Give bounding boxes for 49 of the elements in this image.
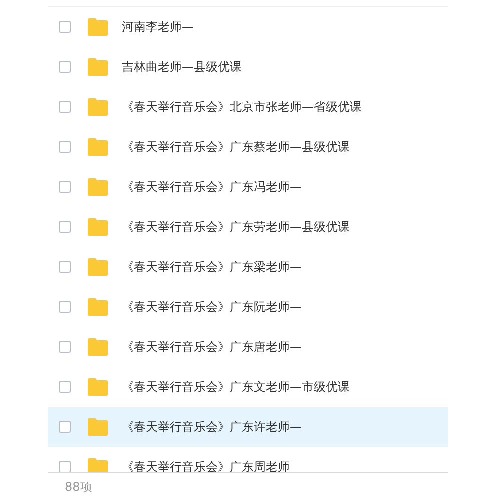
- file-row[interactable]: 《春天举行音乐会》广东阮老师—: [48, 287, 448, 327]
- file-row[interactable]: 《春天举行音乐会》广东梁老师—: [48, 247, 448, 287]
- checkbox[interactable]: [59, 461, 71, 472]
- checkbox[interactable]: [59, 301, 71, 313]
- checkbox[interactable]: [59, 221, 71, 233]
- file-name: 《春天举行音乐会》广东文老师—市级优课: [122, 378, 350, 396]
- item-count: 88项: [65, 480, 92, 494]
- file-name: 《春天举行音乐会》北京市张老师—省级优课: [122, 98, 362, 116]
- file-row[interactable]: 《春天举行音乐会》广东唐老师—: [48, 327, 448, 367]
- folder-icon: [87, 138, 109, 156]
- file-row[interactable]: 《春天举行音乐会》广东冯老师—: [48, 167, 448, 207]
- file-row[interactable]: 吉林曲老师—县级优课: [48, 47, 448, 87]
- file-row[interactable]: 《春天举行音乐会》北京市张老师—省级优课: [48, 87, 448, 127]
- file-row[interactable]: 《春天举行音乐会》广东劳老师—县级优课: [48, 207, 448, 247]
- file-name: 《春天举行音乐会》广东许老师—: [122, 418, 302, 436]
- folder-icon: [87, 418, 109, 436]
- file-name: 《春天举行音乐会》广东蔡老师—县级优课: [122, 138, 350, 156]
- file-row[interactable]: 《春天举行音乐会》广东周老师: [48, 447, 448, 472]
- file-name: 《春天举行音乐会》广东劳老师—县级优课: [122, 218, 350, 236]
- file-name: 《春天举行音乐会》广东周老师: [122, 458, 290, 472]
- folder-icon: [87, 258, 109, 276]
- folder-icon: [87, 18, 109, 36]
- folder-icon: [87, 298, 109, 316]
- checkbox[interactable]: [59, 341, 71, 353]
- checkbox[interactable]: [59, 21, 71, 33]
- folder-icon: [87, 458, 109, 472]
- checkbox[interactable]: [59, 381, 71, 393]
- file-row[interactable]: 《春天举行音乐会》广东文老师—市级优课: [48, 367, 448, 407]
- file-name: 河南李老师—: [122, 18, 194, 36]
- checkbox[interactable]: [59, 181, 71, 193]
- checkbox[interactable]: [59, 261, 71, 273]
- file-name: 《春天举行音乐会》广东唐老师—: [122, 338, 302, 356]
- file-name: 吉林曲老师—县级优课: [122, 58, 242, 76]
- checkbox[interactable]: [59, 61, 71, 73]
- checkbox[interactable]: [59, 101, 71, 113]
- file-row[interactable]: 《春天举行音乐会》广东许老师—: [48, 407, 448, 447]
- folder-icon: [87, 178, 109, 196]
- checkbox[interactable]: [59, 421, 71, 433]
- file-name: 《春天举行音乐会》广东冯老师—: [122, 178, 302, 196]
- file-row[interactable]: 《春天举行音乐会》广东蔡老师—县级优课: [48, 127, 448, 167]
- file-name: 《春天举行音乐会》广东梁老师—: [122, 258, 302, 276]
- folder-icon: [87, 378, 109, 396]
- file-row[interactable]: 河南李老师—: [48, 7, 448, 47]
- folder-icon: [87, 98, 109, 116]
- file-name: 《春天举行音乐会》广东阮老师—: [122, 298, 302, 316]
- folder-icon: [87, 338, 109, 356]
- checkbox[interactable]: [59, 141, 71, 153]
- folder-icon: [87, 58, 109, 76]
- folder-icon: [87, 218, 109, 236]
